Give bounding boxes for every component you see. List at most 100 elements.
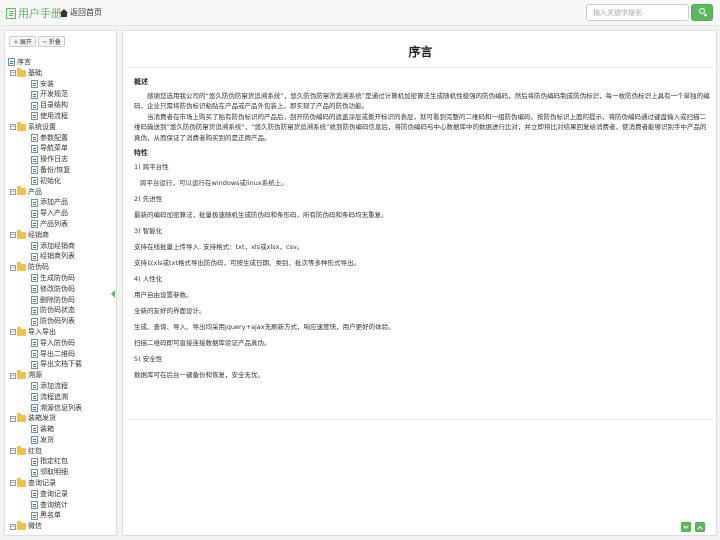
page-scroll-down-button[interactable] <box>681 522 691 532</box>
tree-item[interactable]: 防伪码状态 <box>8 305 82 316</box>
tree-folder[interactable]: − 防伪码 <box>8 262 82 273</box>
tree-item[interactable]: 导入产品 <box>8 208 82 219</box>
tree-item-label: 微信 <box>28 522 42 531</box>
document-icon <box>31 317 38 326</box>
tree-folder[interactable]: − 经销商 <box>8 229 82 241</box>
toggle-icon[interactable]: − <box>10 372 16 379</box>
tree-item[interactable]: 修改防伪码 <box>8 284 82 295</box>
tree-item[interactable]: 查询记录 <box>8 489 82 500</box>
home-link[interactable]: 返回首页 <box>60 7 102 18</box>
tree-item-label: 防伪码 <box>28 263 49 272</box>
tree-item-label: 防伪码列表 <box>40 317 75 326</box>
tree-item[interactable]: 初始化 <box>8 176 82 187</box>
search-input[interactable] <box>586 4 689 21</box>
tree-item[interactable]: 导入防伪码 <box>8 338 82 349</box>
tree-folder[interactable]: − 微信 <box>8 521 82 532</box>
tree-item[interactable]: 添加流程 <box>8 381 82 392</box>
toggle-icon[interactable]: − <box>10 480 16 487</box>
tree-item-label: 参数配置 <box>40 133 68 142</box>
toggle-icon[interactable]: − <box>10 232 16 239</box>
tree-item[interactable]: 装箱 <box>8 424 82 435</box>
document-icon <box>31 90 38 99</box>
tree-item[interactable]: 导出二维码 <box>8 349 82 360</box>
tree-toolbar: + 展开 − 折叠 <box>9 36 65 47</box>
sidebar-toggle-icon[interactable] <box>111 290 115 298</box>
tree-item[interactable]: 添加产品 <box>8 197 82 208</box>
toggle-icon[interactable]: − <box>10 329 16 336</box>
tree-item[interactable]: 安装 <box>8 79 82 90</box>
document-icon <box>31 436 38 445</box>
feature-line: 5) 安全性 <box>134 354 163 363</box>
search-button[interactable] <box>691 4 713 21</box>
feature-line: 扫描二维码即可直接连接数据库验证产品真伪。 <box>134 338 271 347</box>
tree-item[interactable]: 溯源信息列表 <box>8 403 82 414</box>
tree-folder[interactable]: − 溯源 <box>8 370 82 381</box>
tree-item[interactable]: 指定红包 <box>8 456 82 467</box>
tree-item[interactable]: 添加经销商 <box>8 241 82 252</box>
toggle-icon[interactable]: − <box>10 264 16 271</box>
tree-item[interactable]: 序言 <box>8 57 82 68</box>
document-icon <box>31 339 38 348</box>
document-icon <box>31 425 38 434</box>
tree-item[interactable]: 经销商列表 <box>8 251 82 262</box>
tree-item[interactable]: 生成防伪码 <box>8 273 82 284</box>
document-icon <box>31 490 38 499</box>
tree-item[interactable]: 使用流程 <box>8 111 82 122</box>
tree-item[interactable]: 领取明细 <box>8 467 82 478</box>
tree-folder[interactable]: − 产品 <box>8 186 82 198</box>
page-scroll-up-button[interactable] <box>695 522 705 532</box>
tree-item-label: 添加流程 <box>40 381 68 390</box>
tree-item[interactable]: 导出文档下载 <box>8 359 82 370</box>
document-icon <box>31 241 38 250</box>
tree-item[interactable]: 防伪码列表 <box>8 316 82 327</box>
minus-icon: − <box>41 37 48 46</box>
folder-icon <box>17 262 26 272</box>
tree-item[interactable]: 流程追溯 <box>8 392 82 403</box>
toggle-icon[interactable]: − <box>10 415 16 422</box>
tree-item[interactable]: 开发规范 <box>8 89 82 100</box>
tree-folder[interactable]: − 装箱发货 <box>8 413 82 424</box>
tree-item[interactable]: 黑名单 <box>8 510 82 521</box>
toggle-icon[interactable]: − <box>10 448 16 455</box>
collapse-all-label: 折叠 <box>48 39 61 46</box>
expand-all-button[interactable]: + 展开 <box>9 36 36 47</box>
document-icon <box>31 295 38 304</box>
collapse-all-button[interactable]: − 折叠 <box>37 36 65 47</box>
tree-item[interactable]: 查询统计 <box>8 500 82 511</box>
tree-item[interactable]: 备份/恢复 <box>8 165 82 176</box>
folder-icon <box>17 121 26 131</box>
tree-item[interactable]: 发货 <box>8 435 82 446</box>
content-panel: 序言 概述 感谢您选用我公司的“悠久防伪防窜货追溯系统”，悠久防伪防窜货追溯系统… <box>122 30 717 536</box>
tree-folder[interactable]: − 基础 <box>8 67 82 79</box>
brand-link[interactable]: 用户手册 <box>6 5 62 21</box>
expand-all-label: 展开 <box>19 39 32 46</box>
tree-item-label: 安装 <box>40 79 54 88</box>
toggle-icon[interactable]: − <box>10 188 16 195</box>
tree-item[interactable]: 导航菜单 <box>8 143 82 154</box>
toggle-icon[interactable]: − <box>10 70 16 77</box>
tree-item[interactable]: 操作日志 <box>8 154 82 165</box>
feature-line: 全新的友好的界面设计。 <box>134 306 206 315</box>
toggle-icon[interactable]: − <box>10 523 16 530</box>
tree-item[interactable]: 产品列表 <box>8 219 82 230</box>
tree-item-label: 经销商列表 <box>40 252 75 261</box>
home-icon <box>60 8 68 17</box>
toggle-icon[interactable]: − <box>10 124 16 131</box>
feature-line: 1) 跨平台性 <box>134 162 169 171</box>
tree-folder[interactable]: − 导入导出 <box>8 326 82 338</box>
tree-item[interactable]: 目录结构 <box>8 100 82 111</box>
tree-item[interactable]: 删除防伪码 <box>8 295 82 306</box>
tree-item-label: 导出文档下载 <box>40 360 82 369</box>
document-icon <box>31 393 38 402</box>
tree-folder[interactable]: − 查询记录 <box>8 477 82 489</box>
tree-item-label: 发货 <box>40 435 54 444</box>
divider <box>128 67 713 68</box>
document-body: 概述 感谢您选用我公司的“悠久防伪防窜货追溯系统”，悠久防伪防窜货追溯系统”是通… <box>134 77 712 386</box>
tree-item-label: 产品 <box>28 187 42 196</box>
document-icon <box>31 252 38 261</box>
document-icon <box>31 501 38 510</box>
tree-folder[interactable]: − 红包 <box>8 445 82 457</box>
tree-item-label: 操作日志 <box>40 155 68 164</box>
tree-folder[interactable]: − 系统设置 <box>8 121 82 133</box>
tree-item[interactable]: 参数配置 <box>8 133 82 144</box>
